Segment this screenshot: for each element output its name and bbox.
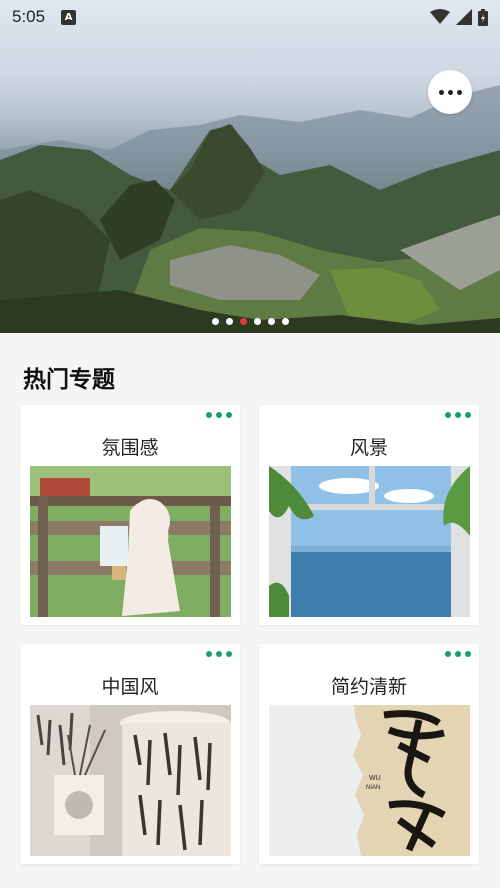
svg-text:NIAN: NIAN [366,785,380,791]
status-bar: 5:05 A [0,0,500,34]
card-menu-icon[interactable] [445,412,471,418]
carousel-dot[interactable] [281,318,289,325]
carousel-dot-active[interactable] [239,318,247,325]
signal-icon [456,9,472,25]
carousel-dot[interactable] [253,318,261,325]
topic-card-atmosphere[interactable]: 氛围感 [20,405,240,625]
card-menu-icon[interactable] [206,651,232,657]
status-time: 5:05 [12,7,46,26]
carousel-indicator [0,318,500,325]
topic-card-label: 风景 [349,437,388,459]
banner-carousel[interactable]: 5:05 A [0,0,500,333]
carousel-dot[interactable] [211,318,219,325]
more-dot-icon [447,89,453,95]
topic-card-label: 氛围感 [101,437,159,459]
topic-card-minimal-fresh[interactable]: 简约清新 WU NIAN [259,644,479,864]
battery-icon [478,8,488,26]
topic-thumbnail: WU NIAN [269,705,470,856]
section-title: 热门专题 [23,367,115,393]
card-menu-icon[interactable] [445,651,471,657]
topic-thumbnail [30,466,231,617]
topic-card-label: 简约清新 [330,676,407,698]
topic-card-scenery[interactable]: 风景 [259,405,479,625]
topic-thumbnail [30,705,231,856]
more-dot-icon [456,89,462,95]
topic-card-label: 中国风 [101,676,159,698]
carousel-dot[interactable] [267,318,275,325]
carousel-dot[interactable] [225,318,233,325]
more-options-button[interactable] [428,70,472,114]
banner-image [0,85,500,333]
more-dot-icon [438,89,444,95]
card-menu-icon[interactable] [206,412,232,418]
app-notification-icon: A [61,9,77,25]
wifi-icon [430,9,450,24]
topic-thumbnail [269,466,470,617]
topic-card-chinese-style[interactable]: 中国风 [20,644,240,864]
svg-text:WU: WU [369,775,381,782]
